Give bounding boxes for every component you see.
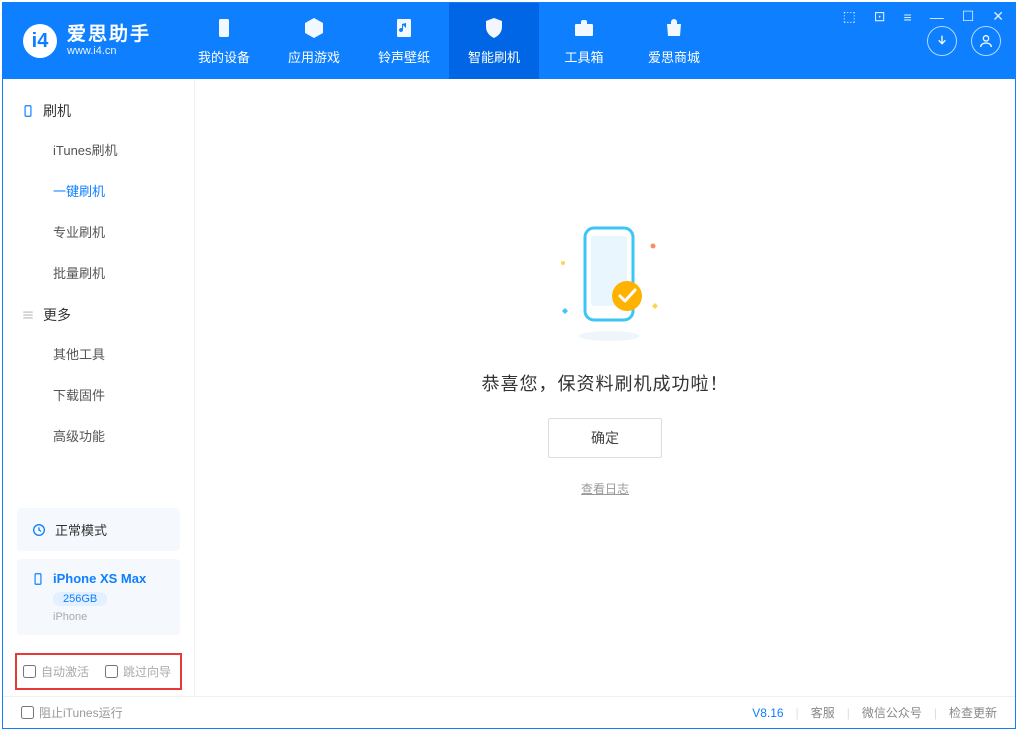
list-icon <box>21 308 35 322</box>
highlighted-checkbox-row: 自动激活 跳过向导 <box>15 653 182 690</box>
tab-toolbox[interactable]: 工具箱 <box>539 3 629 79</box>
tab-store[interactable]: 爱思商城 <box>629 3 719 79</box>
minimize-icon[interactable]: — <box>926 7 948 27</box>
device-storage-badge: 256GB <box>53 592 107 606</box>
success-message: 恭喜您，保资料刷机成功啦！ <box>482 370 729 396</box>
mode-box[interactable]: 正常模式 <box>17 508 180 551</box>
confirm-button[interactable]: 确定 <box>548 418 662 458</box>
shirt-icon[interactable]: ⬚ <box>839 6 860 27</box>
briefcase-icon <box>572 16 596 40</box>
tab-label: 我的设备 <box>198 47 250 66</box>
link-update[interactable]: 检查更新 <box>949 704 997 721</box>
menu-icon[interactable]: ≡ <box>900 7 916 27</box>
music-icon <box>392 16 416 40</box>
checkbox-auto-activate[interactable]: 自动激活 <box>23 663 89 680</box>
tab-label: 爱思商城 <box>648 47 700 66</box>
close-icon[interactable]: ✕ <box>988 6 1008 27</box>
main-content: 恭喜您，保资料刷机成功啦！ 确定 查看日志 <box>195 79 1015 696</box>
nav-tabs: 我的设备 应用游戏 铃声壁纸 智能刷机 工具箱 爱思商城 <box>179 3 719 79</box>
tab-label: 应用游戏 <box>288 47 340 66</box>
logo: i4 爱思助手 www.i4.cn <box>23 24 151 58</box>
user-button[interactable] <box>971 26 1001 56</box>
tab-smart-flash[interactable]: 智能刷机 <box>449 3 539 79</box>
app-subtitle: www.i4.cn <box>67 45 151 57</box>
phone-icon <box>21 104 35 118</box>
version-label: V8.16 <box>752 706 783 720</box>
window-controls: ⬚ ⊡ ≡ — ☐ ✕ <box>839 6 1008 27</box>
lock-icon[interactable]: ⊡ <box>870 6 890 27</box>
checkbox-skip-guide[interactable]: 跳过向导 <box>105 663 171 680</box>
sidebar-item-advanced[interactable]: 高级功能 <box>3 415 194 456</box>
success-illustration <box>535 218 675 348</box>
cube-icon <box>302 16 326 40</box>
mode-label: 正常模式 <box>55 520 107 539</box>
tab-label: 智能刷机 <box>468 47 520 66</box>
link-support[interactable]: 客服 <box>811 704 835 721</box>
checkbox-block-itunes[interactable]: 阻止iTunes运行 <box>21 704 123 721</box>
sidebar-item-other-tools[interactable]: 其他工具 <box>3 333 194 374</box>
tab-label: 工具箱 <box>565 47 604 66</box>
sidebar: 刷机 iTunes刷机 一键刷机 专业刷机 批量刷机 更多 其他工具 下载固件 … <box>3 79 195 696</box>
tab-apps-games[interactable]: 应用游戏 <box>269 3 359 79</box>
tab-label: 铃声壁纸 <box>378 47 430 66</box>
view-log-link[interactable]: 查看日志 <box>581 480 629 497</box>
statusbar: 阻止iTunes运行 V8.16 | 客服 | 微信公众号 | 检查更新 <box>3 696 1015 728</box>
refresh-icon <box>31 522 47 538</box>
bag-icon <box>662 16 686 40</box>
sidebar-item-oneclick-flash[interactable]: 一键刷机 <box>3 170 194 211</box>
link-wechat[interactable]: 微信公众号 <box>862 704 922 721</box>
sidebar-item-pro-flash[interactable]: 专业刷机 <box>3 211 194 252</box>
device-name-label: iPhone XS Max <box>53 571 146 586</box>
maximize-icon[interactable]: ☐ <box>958 6 979 27</box>
sidebar-section-flash: 刷机 <box>3 89 194 129</box>
tab-my-device[interactable]: 我的设备 <box>179 3 269 79</box>
device-icon <box>212 16 236 40</box>
logo-icon: i4 <box>23 24 57 58</box>
user-icon <box>978 33 994 49</box>
sidebar-section-more: 更多 <box>3 293 194 333</box>
sidebar-item-itunes-flash[interactable]: iTunes刷机 <box>3 129 194 170</box>
sidebar-item-download-firmware[interactable]: 下载固件 <box>3 374 194 415</box>
shield-icon <box>482 16 506 40</box>
download-icon <box>934 33 950 49</box>
download-button[interactable] <box>927 26 957 56</box>
phone-small-icon <box>31 572 45 586</box>
device-box[interactable]: iPhone XS Max 256GB iPhone <box>17 559 180 635</box>
tab-ringtones[interactable]: 铃声壁纸 <box>359 3 449 79</box>
app-title: 爱思助手 <box>67 25 151 46</box>
device-type-label: iPhone <box>53 611 166 623</box>
sidebar-item-batch-flash[interactable]: 批量刷机 <box>3 252 194 293</box>
